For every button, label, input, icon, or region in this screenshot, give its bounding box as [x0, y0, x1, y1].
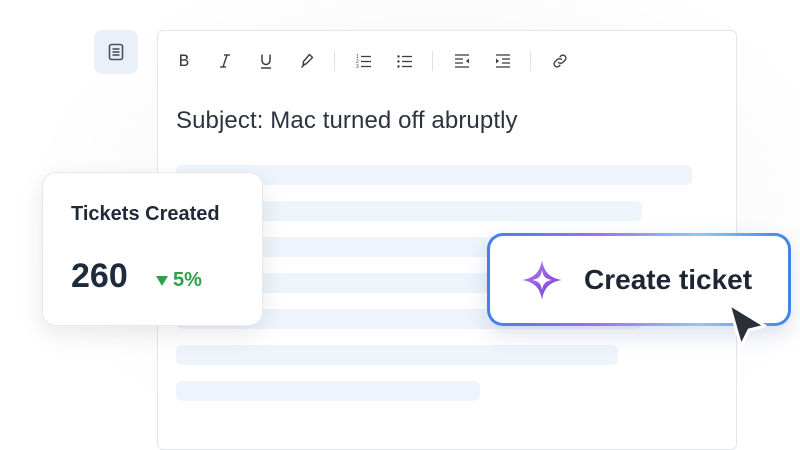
content-placeholder-line — [176, 345, 618, 365]
outdent-icon — [455, 54, 469, 68]
bold-icon — [180, 54, 189, 66]
formatting-toolbar: 1 2 3 — [172, 49, 589, 73]
indent-icon — [496, 54, 510, 68]
highlight-button[interactable] — [295, 49, 319, 73]
italic-icon — [220, 54, 230, 68]
toolbar-divider — [334, 51, 335, 71]
bold-button[interactable] — [172, 49, 196, 73]
document-icon — [108, 43, 124, 61]
svg-text:3: 3 — [356, 64, 359, 70]
create-ticket-label: Create ticket — [584, 263, 753, 295]
numbered-list-icon: 1 2 3 — [356, 54, 371, 70]
numbered-list-button[interactable]: 1 2 3 — [352, 49, 376, 73]
ticket-subject[interactable]: Subject: Mac turned off abruptly — [176, 107, 518, 135]
mouse-pointer-icon — [727, 302, 767, 348]
stats-change-value: 5% — [173, 269, 202, 291]
stats-change: 5% — [155, 269, 202, 292]
underline-button[interactable] — [254, 49, 278, 73]
toolbar-divider — [432, 51, 433, 71]
content-placeholder-line — [176, 381, 480, 401]
bullet-list-icon — [397, 55, 412, 68]
sparkle-icon — [522, 259, 562, 300]
outdent-button[interactable] — [450, 49, 474, 73]
link-icon — [553, 54, 567, 68]
link-button[interactable] — [548, 49, 572, 73]
document-button[interactable] — [94, 30, 138, 74]
triangle-down-icon — [156, 275, 168, 286]
underline-icon — [261, 54, 271, 69]
italic-button[interactable] — [213, 49, 237, 73]
bullet-list-button[interactable] — [393, 49, 417, 73]
indent-button[interactable] — [491, 49, 515, 73]
stats-value: 260 — [71, 257, 128, 295]
highlight-icon — [301, 53, 314, 68]
stats-title: Tickets Created — [71, 203, 220, 225]
toolbar-divider — [530, 51, 531, 71]
tickets-created-card: Tickets Created 260 5% — [42, 172, 263, 326]
